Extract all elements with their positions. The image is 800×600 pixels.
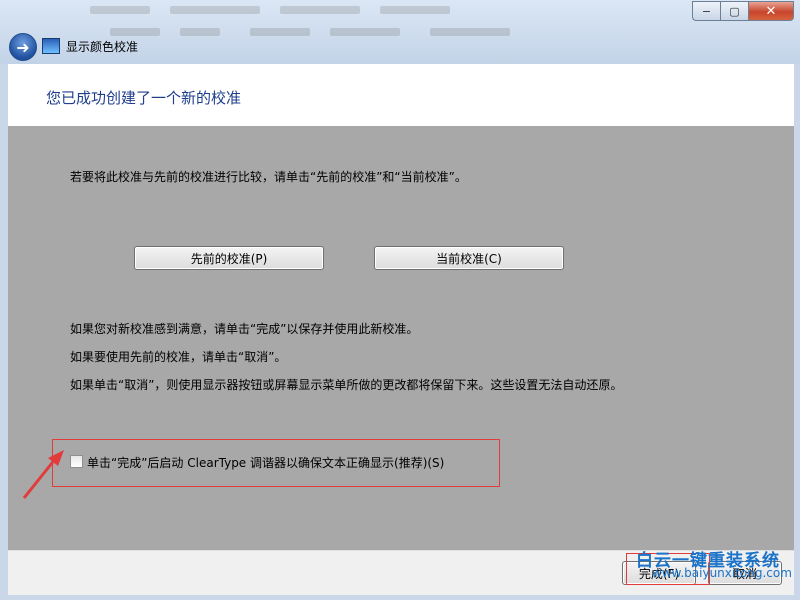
previous-calibration-button[interactable]: 先前的校准(P) [134, 246, 324, 270]
window-controls: − ▢ ✕ [692, 1, 794, 21]
wizard-content: 若要将此校准与先前的校准进行比较，请单击“先前的校准”和“当前校准”。 先前的校… [8, 126, 794, 550]
cleartype-checkbox-label[interactable]: 单击“完成”后启动 ClearType 调谐器以确保文本正确显示(推荐)(S) [87, 454, 444, 471]
wizard-header: 您已成功创建了一个新的校准 [8, 64, 794, 126]
cleartype-checkbox[interactable] [70, 455, 83, 468]
arrow-left-icon: ➜ [16, 37, 30, 57]
watermark-url: www.baiyunxitong.com [652, 566, 792, 580]
info-line-3: 如果单击“取消”，则使用显示器按钮或屏幕显示菜单所做的更改都将保留下来。这些设置… [70, 378, 623, 392]
window-titlebar: − ▢ ✕ ➜ 显示颜色校准 [0, 0, 800, 64]
monitor-color-icon [42, 38, 60, 54]
background-window-ghost [90, 0, 570, 40]
red-arrow-annotation [22, 450, 64, 499]
close-button[interactable]: ✕ [748, 1, 794, 21]
info-line-1: 如果您对新校准感到满意，请单击“完成”以保存并使用此新校准。 [70, 322, 419, 336]
current-calibration-button[interactable]: 当前校准(C) [374, 246, 564, 270]
window-title: 显示颜色校准 [66, 40, 139, 54]
page-heading: 您已成功创建了一个新的校准 [46, 89, 242, 107]
maximize-button[interactable]: ▢ [720, 1, 748, 21]
back-button[interactable]: ➜ [9, 33, 37, 61]
minimize-button[interactable]: − [692, 1, 720, 21]
compare-instruction: 若要将此校准与先前的校准进行比较，请单击“先前的校准”和“当前校准”。 [70, 170, 467, 184]
info-line-2: 如果要使用先前的校准，请单击“取消”。 [70, 350, 287, 364]
